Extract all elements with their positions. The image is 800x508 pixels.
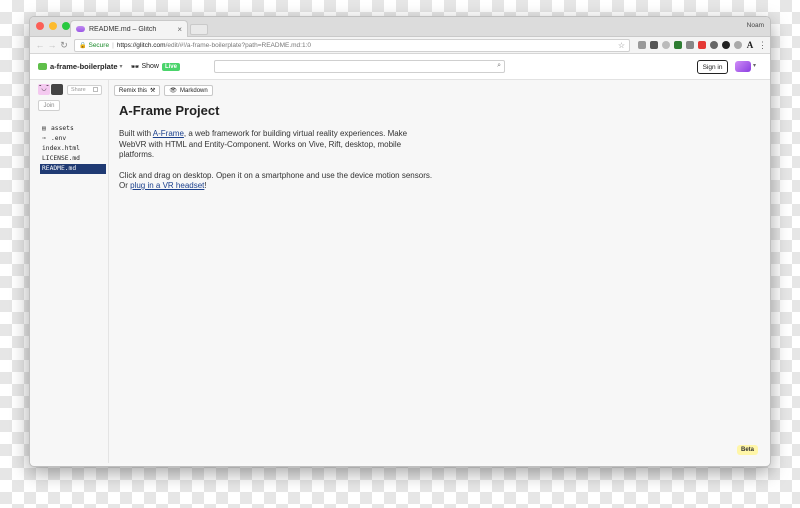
project-logo-icon	[38, 63, 47, 70]
glitch-header: a-frame-boilerplate ▾ 🕶 Show Live ⌕ Sign…	[30, 54, 770, 80]
paragraph-text: !	[204, 181, 207, 190]
avatar[interactable]	[51, 84, 63, 95]
maximize-window-button[interactable]	[62, 22, 70, 30]
live-badge: Live	[161, 62, 180, 71]
show-label: Show	[141, 63, 159, 70]
markdown-label: Markdown	[180, 87, 208, 94]
aframe-link[interactable]: A-Frame	[153, 129, 184, 138]
sunglasses-icon: 🕶	[130, 63, 140, 71]
extension-icon[interactable]	[650, 41, 658, 49]
sidebar: ˘◡˘ Share Join ▤ assets ⊸ .env index.html …	[30, 80, 109, 463]
markdown-preview: A-Frame Project Built with A-Frame, a we…	[114, 103, 434, 192]
search-icon: ⌕	[497, 62, 501, 69]
paragraph: Click and drag on desktop. Open it on a …	[119, 171, 434, 192]
star-icon[interactable]: ☆	[618, 41, 625, 50]
show-button[interactable]: 🕶 Show Live	[130, 62, 180, 71]
forward-icon[interactable]: →	[46, 40, 58, 50]
address-separator: |	[112, 41, 114, 49]
remix-label: Remix this	[119, 87, 148, 94]
address-bar[interactable]: 🔒 Secure | https://glitch.com/edit/#!/a-…	[74, 38, 630, 52]
file-item-env[interactable]: ⊸ .env	[30, 134, 108, 144]
file-item-readme[interactable]: README.md	[40, 164, 106, 174]
extension-icon[interactable]	[686, 41, 694, 49]
project-name[interactable]: a-frame-boilerplate	[50, 62, 118, 71]
main-panel: Remix this ⚒ 👁 Markdown A-Frame Project …	[109, 80, 770, 463]
key-icon: ⊸	[42, 135, 46, 142]
new-tab-button[interactable]	[190, 24, 208, 35]
tab-strip: README.md – Glitch × Noam	[30, 17, 770, 37]
file-item-license[interactable]: LICENSE.md	[30, 154, 108, 164]
back-icon[interactable]: ←	[34, 40, 46, 50]
sign-in-button[interactable]: Sign in	[697, 60, 728, 74]
window-controls	[36, 22, 70, 30]
tab-close-icon[interactable]: ×	[177, 25, 182, 34]
close-window-button[interactable]	[36, 22, 44, 30]
avatar[interactable]: ˘◡˘	[38, 84, 50, 95]
paragraph: Built with A-Frame, a web framework for …	[119, 129, 434, 161]
extension-icon[interactable]	[662, 41, 670, 49]
markdown-toggle-button[interactable]: 👁 Markdown	[164, 85, 213, 96]
file-name: LICENSE.md	[42, 155, 80, 162]
vr-headset-link[interactable]: plug in a VR headset	[130, 181, 204, 190]
share-button[interactable]: Share	[67, 84, 102, 95]
menu-icon[interactable]: ⋮	[758, 40, 767, 51]
chevron-down-icon[interactable]: ▾	[753, 62, 756, 69]
browser-window: README.md – Glitch × Noam ← → ↻ 🔒 Secure…	[29, 16, 771, 467]
extension-icon[interactable]	[674, 41, 682, 49]
file-item-assets[interactable]: ▤ assets	[30, 124, 108, 134]
lock-icon: 🔒	[79, 42, 87, 49]
url-path: /edit/#!/a-frame-boilerplate?path=README…	[165, 41, 311, 49]
document-title: A-Frame Project	[119, 103, 220, 118]
beta-badge[interactable]: Beta	[736, 445, 758, 455]
search-input[interactable]: ⌕	[214, 60, 505, 73]
editor-toolbar: Remix this ⚒ 👁 Markdown	[114, 85, 765, 96]
paragraph-text: Built with	[119, 129, 153, 138]
file-item-index-html[interactable]: index.html	[30, 144, 108, 154]
extensions-bar: A ⋮	[638, 40, 767, 51]
tab-title: README.md – Glitch	[89, 25, 157, 33]
url-host: https://glitch.com	[116, 41, 166, 49]
address-bar-row: ← → ↻ 🔒 Secure | https://glitch.com/edit…	[30, 37, 770, 54]
folder-icon: ▤	[42, 125, 46, 132]
minimize-window-button[interactable]	[49, 22, 57, 30]
extension-icon[interactable]	[734, 41, 742, 49]
editor-area: ˘◡˘ Share Join ▤ assets ⊸ .env index.html …	[30, 80, 770, 463]
extension-icon[interactable]	[722, 41, 730, 49]
collaborators: ˘◡˘ Share	[30, 84, 108, 95]
glitch-logo-icon[interactable]	[735, 61, 751, 72]
url-text: https://glitch.com/edit/#!/a-frame-boile…	[117, 42, 311, 49]
remix-button[interactable]: Remix this ⚒	[114, 85, 161, 96]
magic-wand-icon: ⚒	[150, 88, 156, 94]
file-name: index.html	[42, 145, 80, 152]
eye-icon: 👁	[169, 88, 178, 94]
chevron-down-icon[interactable]: ▾	[120, 63, 123, 70]
file-name: assets	[51, 125, 74, 132]
font-extension-icon[interactable]: A	[746, 41, 754, 50]
file-name: .env	[51, 135, 67, 142]
glitch-favicon-icon	[76, 26, 85, 32]
lock-toggle-icon[interactable]	[93, 87, 98, 92]
join-button[interactable]: Join	[38, 100, 60, 111]
share-label: Share	[71, 86, 86, 93]
reload-icon[interactable]: ↻	[58, 40, 70, 51]
extension-icon[interactable]	[698, 41, 706, 49]
extension-icon[interactable]	[638, 41, 646, 49]
tab-readme[interactable]: README.md – Glitch ×	[70, 20, 188, 37]
profile-name[interactable]: Noam	[747, 22, 764, 29]
extension-icon[interactable]	[710, 41, 718, 49]
file-name: README.md	[42, 165, 77, 172]
security-label: Secure	[88, 41, 110, 49]
file-tree: ▤ assets ⊸ .env index.html LICENSE.md READ…	[30, 124, 108, 174]
